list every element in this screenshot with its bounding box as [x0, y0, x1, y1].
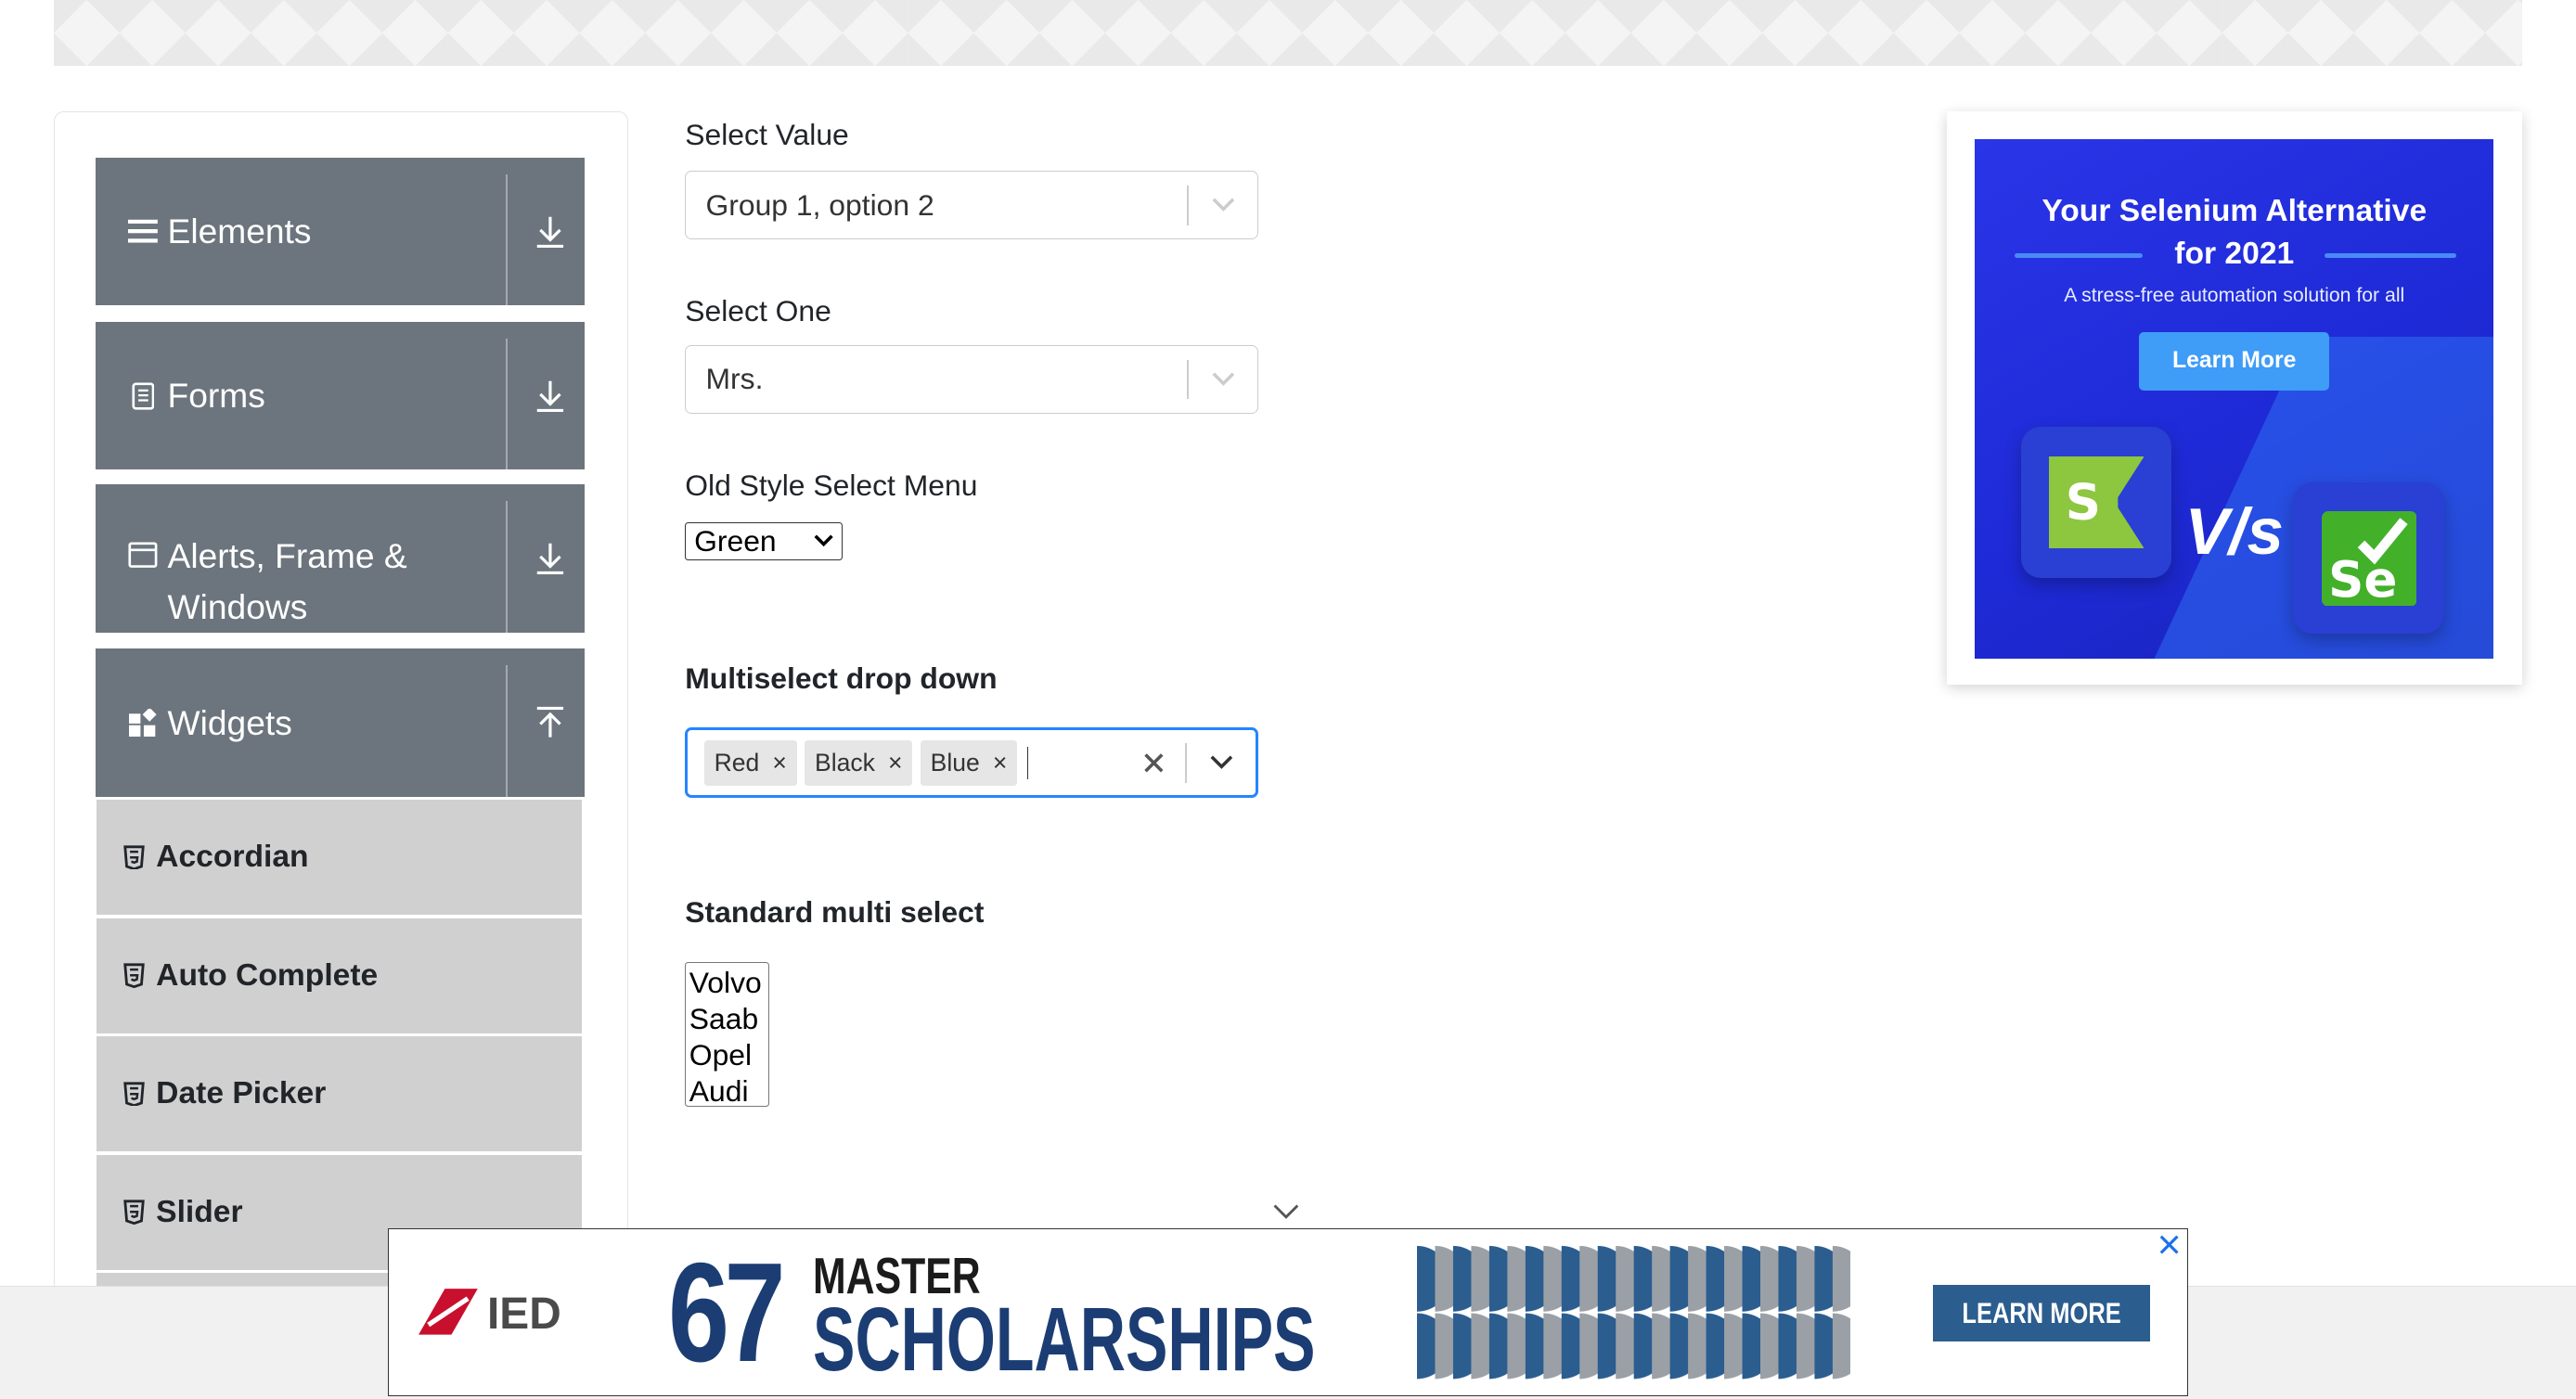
- ad-title: Your Selenium Alternative: [2041, 193, 2428, 228]
- bottom-ad[interactable]: IED 67 MASTER SCHOLARSHIPS LEARN MORE: [387, 1228, 2189, 1396]
- vs-text: V/s: [2184, 494, 2284, 569]
- select-one-label: Select One: [685, 293, 831, 327]
- option-saab[interactable]: Saab: [686, 1001, 767, 1037]
- download-icon[interactable]: [533, 540, 569, 576]
- ad-heading: SCHOLARSHIPS: [812, 1288, 1316, 1390]
- old-style-select[interactable]: Green: [685, 521, 844, 560]
- old-style-select-value: Green: [694, 523, 777, 558]
- ied-logo-icon: [418, 1288, 478, 1335]
- chip-label: Blue: [930, 748, 980, 777]
- sidebar-item-label: Accordian: [156, 840, 309, 875]
- chip-label: Black: [814, 748, 875, 777]
- chevron-down-icon: [814, 534, 833, 547]
- html5-icon: [122, 963, 145, 988]
- text-cursor: [1026, 746, 1029, 780]
- multiselect-dropdown[interactable]: Red × Black × Blue ×: [685, 727, 1259, 799]
- sidebar-item-accordian[interactable]: Accordian: [97, 800, 582, 916]
- chip-blue: Blue ×: [921, 739, 1018, 787]
- ad-decoration: [2325, 252, 2456, 258]
- sidebar-group-label: Widgets: [167, 702, 292, 742]
- ad-learn-more-button[interactable]: Learn More: [2139, 331, 2330, 391]
- ad-learn-more-button[interactable]: LEARN MORE: [1932, 1285, 2150, 1341]
- sidebar-item-label: Date Picker: [156, 1076, 327, 1111]
- chevron-down-icon[interactable]: [1271, 1199, 1301, 1229]
- svg-text:Se: Se: [2328, 551, 2397, 607]
- select-value-current: Group 1, option 2: [705, 187, 934, 222]
- sidebar-group-label: Forms: [167, 376, 265, 416]
- sidebar-item-auto-complete[interactable]: Auto Complete: [97, 918, 582, 1033]
- katalon-logo-icon: S: [2020, 427, 2172, 579]
- select-one-dropdown[interactable]: Mrs.: [685, 344, 1259, 415]
- svg-text:S: S: [2065, 473, 2100, 531]
- divider: [506, 665, 509, 797]
- sidebar-item-label: Auto Complete: [156, 957, 379, 993]
- window-icon: [128, 540, 158, 570]
- divider: [506, 173, 509, 306]
- download-icon[interactable]: [533, 213, 569, 250]
- download-icon[interactable]: [533, 378, 569, 414]
- select-value-dropdown[interactable]: Group 1, option 2: [685, 171, 1259, 240]
- sidebar-item-date-picker[interactable]: Date Picker: [97, 1036, 582, 1152]
- html5-icon: [122, 845, 145, 870]
- chip-label: Red: [714, 748, 760, 777]
- document-icon: [128, 381, 158, 411]
- ad-pattern-graphic: [1417, 1245, 1851, 1381]
- clear-icon[interactable]: [1138, 747, 1170, 779]
- top-banner-ad: [54, 0, 2522, 66]
- ad-number: 67: [667, 1234, 786, 1393]
- multiselect-label: Multiselect drop down: [685, 661, 998, 696]
- standard-multi-select[interactable]: Volvo Saab Opel Audi: [685, 962, 769, 1110]
- widgets-icon: [128, 708, 158, 738]
- sidebar-group-elements[interactable]: Elements: [95, 157, 586, 306]
- close-icon[interactable]: [2155, 1229, 2184, 1259]
- option-volvo[interactable]: Volvo: [686, 965, 767, 1001]
- ad-brand: IED: [487, 1289, 561, 1339]
- chevron-down-icon[interactable]: [1189, 198, 1257, 212]
- sidebar-group-label: Alerts, Frame & Windows: [167, 535, 407, 626]
- sidebar-item-label: Slider: [156, 1194, 243, 1229]
- selenium-logo-icon: Se: [2293, 482, 2445, 635]
- html5-icon: [122, 1200, 145, 1225]
- chip-red: Red ×: [703, 739, 797, 787]
- chip-black: Black ×: [805, 739, 913, 787]
- upload-icon[interactable]: [533, 704, 569, 740]
- chevron-down-icon[interactable]: [1187, 730, 1256, 795]
- sidebar-group-alerts-frame-windows[interactable]: Alerts, Frame & Windows: [95, 484, 586, 633]
- select-value-label: Select Value: [685, 118, 849, 152]
- divider: [506, 338, 509, 470]
- select-one-current: Mrs.: [705, 362, 764, 396]
- ad-subtitle: A stress-free automation solution for al…: [2064, 284, 2405, 307]
- chevron-down-icon[interactable]: [1189, 372, 1257, 387]
- chip-remove-icon[interactable]: ×: [989, 749, 1017, 777]
- ad-decoration: [2014, 252, 2143, 258]
- html5-icon: [122, 1082, 145, 1107]
- chip-remove-icon[interactable]: ×: [885, 749, 913, 777]
- chip-remove-icon[interactable]: ×: [769, 749, 797, 777]
- divider: [506, 500, 509, 633]
- option-audi[interactable]: Audi: [686, 1073, 767, 1110]
- side-ad[interactable]: Your Selenium Alternative for 2021 A str…: [1975, 139, 2494, 659]
- standard-multi-select-label: Standard multi select: [685, 894, 985, 929]
- sidebar-group-forms[interactable]: Forms: [95, 321, 586, 470]
- sidebar-group-widgets[interactable]: Widgets: [95, 648, 586, 797]
- menu-icon: [128, 217, 158, 247]
- option-opel[interactable]: Opel: [686, 1037, 767, 1073]
- old-style-select-label: Old Style Select Menu: [685, 468, 978, 502]
- sidebar-group-label: Elements: [167, 212, 312, 251]
